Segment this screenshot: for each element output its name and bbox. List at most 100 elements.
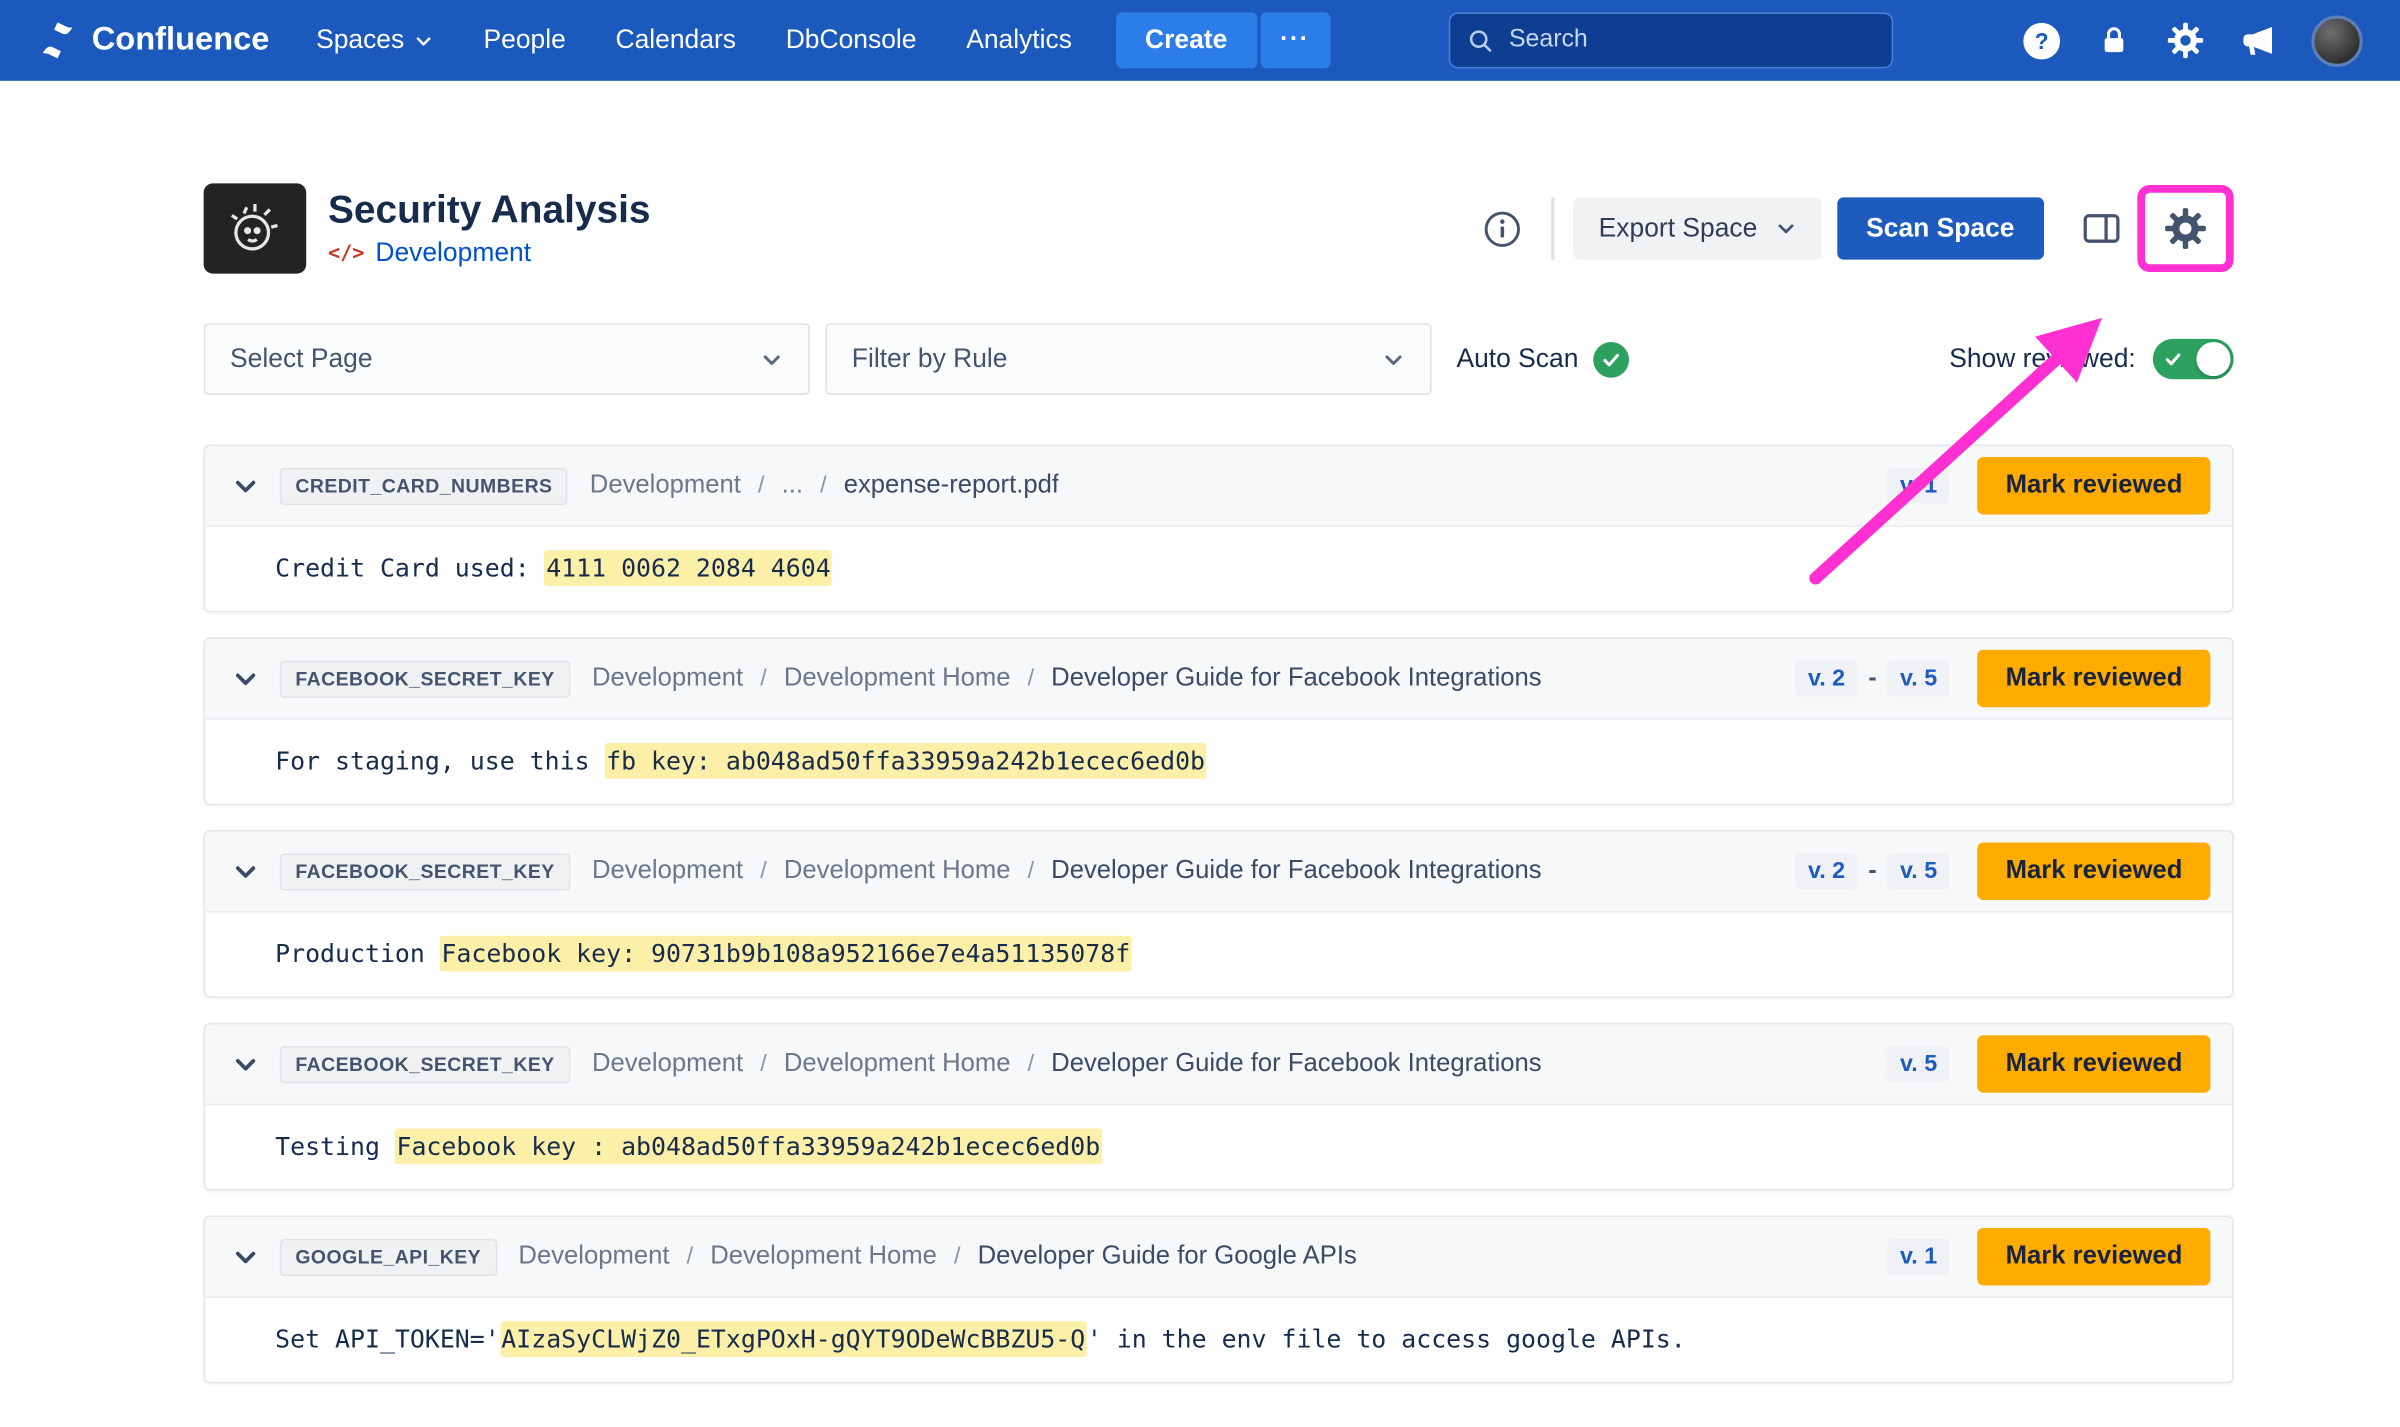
breadcrumb-separator: / <box>1028 665 1034 691</box>
top-navigation-bar: Confluence Spaces People Calendars DbCon… <box>0 0 2400 81</box>
version-badge[interactable]: v. 1 <box>1888 1239 1950 1275</box>
auto-scan-check-badge <box>1594 341 1630 377</box>
highlighted-secret: fb key: ab048ad50ffa33959a242b1ecec6ed0b <box>605 743 1207 779</box>
highlighted-secret: Facebook key: 90731b9b108a952166e7e4a511… <box>440 936 1132 972</box>
breadcrumb-separator: / <box>760 1051 766 1077</box>
space-link[interactable]: Development <box>375 238 531 269</box>
version-separator: - <box>1868 857 1876 885</box>
rule-badge: GOOGLE_API_KEY <box>280 1238 497 1275</box>
breadcrumb-item[interactable]: Developer Guide for Facebook Integration… <box>1051 664 1541 694</box>
show-reviewed-label: Show reviewed: <box>1949 344 2136 375</box>
create-more-button[interactable]: ··· <box>1260 12 1330 68</box>
breadcrumb-item[interactable]: expense-report.pdf <box>844 471 1059 501</box>
divider <box>1552 197 1555 259</box>
mark-reviewed-button[interactable]: Mark reviewed <box>1978 842 2211 900</box>
highlighted-secret: AIzaSyCLWjZ0_ETxgPOxH-gQYT9ODeWcBBZU5-Q <box>500 1321 1087 1357</box>
page-header: Security Analysis </> Development Export <box>204 183 2234 273</box>
filter-by-rule-dropdown[interactable]: Filter by Rule <box>825 323 1431 395</box>
collapse-caret-button[interactable] <box>230 470 261 501</box>
svg-text:?: ? <box>2035 27 2049 53</box>
version-badges: v. 5 <box>1888 1046 1950 1082</box>
chevron-down-icon <box>1382 347 1405 370</box>
version-separator: - <box>1868 665 1876 693</box>
select-page-dropdown[interactable]: Select Page <box>204 323 810 395</box>
info-button[interactable] <box>1476 201 1530 255</box>
announcements-button[interactable] <box>2238 20 2278 60</box>
filter-by-rule-label: Filter by Rule <box>852 344 1008 375</box>
collapse-caret-button[interactable] <box>230 856 261 887</box>
breadcrumb-item[interactable]: Development Home <box>784 1049 1011 1079</box>
breadcrumb: Development/Development Home/Developer G… <box>592 856 1542 886</box>
breadcrumb-item[interactable]: Development Home <box>784 664 1011 694</box>
header-actions: Export Space Scan Space <box>1476 185 2234 272</box>
sidebar-layout-icon <box>2080 207 2124 251</box>
finding-card: GOOGLE_API_KEY Development/Development H… <box>204 1216 2234 1384</box>
scan-space-button[interactable]: Scan Space <box>1837 197 2044 259</box>
confluence-brand[interactable]: Confluence <box>37 20 269 60</box>
breadcrumb-item[interactable]: Development <box>518 1242 669 1272</box>
info-icon <box>1484 209 1523 248</box>
breadcrumb-item[interactable]: Development <box>592 856 743 886</box>
rule-badge: FACEBOOK_SECRET_KEY <box>280 1045 570 1082</box>
select-page-label: Select Page <box>230 344 373 375</box>
mark-reviewed-button[interactable]: Mark reviewed <box>1978 1035 2211 1093</box>
version-badge[interactable]: v. 5 <box>1888 853 1950 889</box>
breadcrumb-item[interactable]: Development <box>592 1049 743 1079</box>
mark-reviewed-button[interactable]: Mark reviewed <box>1978 1228 2211 1286</box>
main-content: Security Analysis </> Development Export <box>204 183 2234 1383</box>
breadcrumb: Development/Development Home/Developer G… <box>592 1049 1542 1079</box>
nav-item-label: People <box>483 25 565 56</box>
chevron-down-icon <box>1774 218 1796 240</box>
collapse-caret-button[interactable] <box>230 1048 261 1079</box>
settings-button[interactable] <box>2165 20 2205 60</box>
sidebar-layout-button[interactable] <box>2072 199 2131 258</box>
rule-badge: FACEBOOK_SECRET_KEY <box>280 660 570 697</box>
search-input[interactable] <box>1506 25 1874 56</box>
auto-scan-status: Auto Scan <box>1456 341 1629 377</box>
chevron-down-icon <box>760 347 783 370</box>
admin-lock-button[interactable] <box>2095 22 2132 59</box>
breadcrumb-item[interactable]: Development <box>592 664 743 694</box>
filter-row: Select Page Filter by Rule Auto Scan Sho… <box>204 323 2234 395</box>
version-badge[interactable]: v. 2 <box>1796 661 1858 697</box>
space-avatar-art <box>222 196 287 261</box>
collapse-caret-button[interactable] <box>230 1241 261 1272</box>
space-settings-gear-button[interactable] <box>2154 197 2216 259</box>
rule-badge: FACEBOOK_SECRET_KEY <box>280 853 570 890</box>
finding-text: Set API_TOKEN=' <box>275 1324 500 1354</box>
mark-reviewed-button[interactable]: Mark reviewed <box>1978 457 2211 515</box>
nav-item-dbconsole[interactable]: DbConsole <box>786 25 917 56</box>
breadcrumb-item[interactable]: Developer Guide for Facebook Integration… <box>1051 1049 1541 1079</box>
breadcrumb-item[interactable]: Development Home <box>710 1242 937 1272</box>
breadcrumb-item[interactable]: Development <box>590 471 741 501</box>
export-space-button[interactable]: Export Space <box>1574 197 1821 259</box>
breadcrumb-item[interactable]: Developer Guide for Facebook Integration… <box>1051 856 1541 886</box>
version-badge[interactable]: v. 1 <box>1888 468 1950 504</box>
space-breadcrumb: </> Development <box>328 238 651 269</box>
create-button[interactable]: Create <box>1115 12 1256 68</box>
version-badge[interactable]: v. 5 <box>1888 1046 1950 1082</box>
help-button[interactable]: ? <box>2021 19 2063 61</box>
breadcrumb-item[interactable]: Development Home <box>784 856 1011 886</box>
collapse-caret-button[interactable] <box>230 663 261 694</box>
nav-item-spaces[interactable]: Spaces <box>316 25 434 56</box>
nav-item-analytics[interactable]: Analytics <box>966 25 1072 56</box>
nav-item-calendars[interactable]: Calendars <box>616 25 736 56</box>
nav-item-label: Calendars <box>616 25 736 56</box>
chevron-down-icon <box>233 666 258 691</box>
breadcrumb-item[interactable]: Developer Guide for Google APIs <box>978 1242 1357 1272</box>
finding-body: Production Facebook key: 90731b9b108a952… <box>205 912 2232 996</box>
nav-item-people[interactable]: People <box>483 25 565 56</box>
version-badges: v. 2-v. 5 <box>1796 853 1950 889</box>
gear-icon <box>2165 20 2205 60</box>
version-badge[interactable]: v. 2 <box>1796 853 1858 889</box>
version-badge[interactable]: v. 5 <box>1888 661 1950 697</box>
show-reviewed-toggle[interactable] <box>2153 339 2234 379</box>
create-button-group: Create ··· <box>1115 12 1329 68</box>
user-avatar[interactable] <box>2311 15 2362 66</box>
title-block: Security Analysis </> Development <box>328 187 651 269</box>
chevron-down-icon <box>414 30 434 50</box>
mark-reviewed-button[interactable]: Mark reviewed <box>1978 650 2211 708</box>
finding-card-header: FACEBOOK_SECRET_KEY Development / Developm… <box>205 1024 2232 1105</box>
breadcrumb-item[interactable]: ... <box>782 471 803 501</box>
